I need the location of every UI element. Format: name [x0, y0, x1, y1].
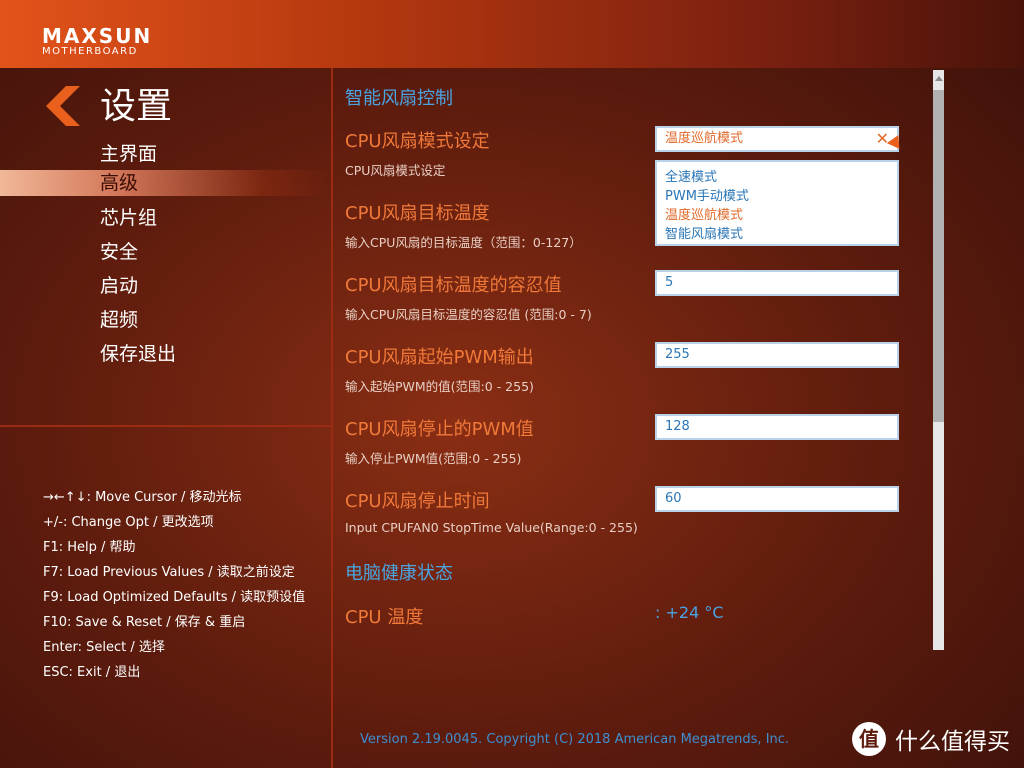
- sidebar-item-overclock[interactable]: 超频: [0, 306, 330, 340]
- sidebar-item-save-exit[interactable]: 保存退出: [0, 340, 330, 374]
- fan-mode-value: 温度巡航模式: [665, 131, 744, 146]
- cpu-temp-label: CPU 温度: [345, 607, 424, 628]
- smart-fan-heading: 智能风扇控制: [345, 88, 453, 109]
- sidebar-item-boot[interactable]: 启动: [0, 272, 330, 306]
- help-row: +/-: Change Opt / 更改选项: [43, 515, 214, 530]
- sidebar-item-security[interactable]: 安全: [0, 238, 330, 272]
- help-row: Enter: Select / 选择: [43, 640, 165, 655]
- start-pwm-desc: 输入起始PWM的值(范围:0 - 255): [345, 379, 534, 394]
- fan-mode-title[interactable]: CPU风扇模式设定: [345, 127, 490, 153]
- mouse-cursor-icon: [886, 135, 906, 153]
- logo-main-text: MAXSUN: [42, 24, 153, 48]
- start-pwm-title[interactable]: CPU风扇起始PWM输出: [345, 343, 534, 369]
- top-bar: MAXSUN MOTHERBOARD: [0, 0, 1024, 68]
- page-title: 设置: [100, 86, 173, 127]
- dropdown-option-smart-fan[interactable]: 智能风扇模式: [665, 225, 889, 244]
- stop-pwm-title[interactable]: CPU风扇停止的PWM值: [345, 415, 534, 441]
- target-temp-title[interactable]: CPU风扇目标温度: [345, 199, 490, 225]
- key-help: →←↑↓: Move Cursor / 移动光标 +/-: Change Opt…: [43, 488, 305, 688]
- scrollbar[interactable]: [933, 70, 944, 650]
- fan-mode-select[interactable]: 温度巡航模式 ✕: [655, 126, 906, 153]
- stop-time-desc: Input CPUFAN0 StopTime Value(Range:0 - 2…: [345, 520, 638, 535]
- tolerance-desc: 输入CPU风扇目标温度的容忍值 (范围:0 - 7): [345, 307, 592, 322]
- sidebar-divider: [331, 68, 333, 768]
- stop-pwm-desc: 输入停止PWM值(范围:0 - 255): [345, 451, 522, 466]
- tolerance-input[interactable]: 5: [655, 270, 899, 296]
- watermark-text: 什么值得买: [895, 729, 1010, 755]
- chevron-down-icon[interactable]: ✕: [876, 128, 889, 150]
- smzdm-watermark: 值 什么值得买: [852, 722, 1010, 756]
- fan-mode-dropdown: 全速模式 PWM手动模式 温度巡航模式 智能风扇模式: [655, 160, 899, 246]
- stop-pwm-input[interactable]: 128: [655, 414, 899, 440]
- maxsun-logo: MAXSUN MOTHERBOARD: [42, 26, 152, 58]
- tolerance-title[interactable]: CPU风扇目标温度的容忍值: [345, 271, 562, 297]
- dropdown-option-pwm-manual[interactable]: PWM手动模式: [665, 187, 889, 206]
- health-heading: 电脑健康状态: [345, 563, 453, 584]
- version-footer: Version 2.19.0045. Copyright (C) 2018 Am…: [360, 732, 790, 747]
- sidebar-item-main[interactable]: 主界面: [0, 140, 330, 174]
- scroll-up-arrow-icon[interactable]: [935, 76, 943, 81]
- dropdown-option-temp-cruise[interactable]: 温度巡航模式: [665, 206, 889, 225]
- help-row: F1: Help / 帮助: [43, 540, 136, 555]
- dropdown-option-full-speed[interactable]: 全速模式: [665, 168, 889, 187]
- settings-panel: 智能风扇控制 CPU风扇模式设定 CPU风扇模式设定 温度巡航模式 ✕ 全速模式…: [345, 80, 925, 648]
- help-row: F7: Load Previous Values / 读取之前设定: [43, 565, 295, 580]
- sidebar-menu: 主界面 高级 芯片组 安全 启动 超频 保存退出: [0, 140, 330, 374]
- help-row: F10: Save & Reset / 保存 & 重启: [43, 615, 246, 630]
- back-arrow-icon[interactable]: [44, 84, 84, 128]
- sidebar-item-chipset[interactable]: 芯片组: [0, 204, 330, 238]
- sidebar-help-divider: [0, 425, 332, 427]
- help-row: ESC: Exit / 退出: [43, 665, 141, 680]
- stop-time-input[interactable]: 60: [655, 486, 899, 512]
- target-temp-desc: 输入CPU风扇的目标温度（范围：0-127）: [345, 235, 582, 250]
- stop-time-title[interactable]: CPU风扇停止时间: [345, 487, 490, 513]
- start-pwm-input[interactable]: 255: [655, 342, 899, 368]
- scroll-thumb[interactable]: [933, 90, 944, 422]
- help-row: →←↑↓: Move Cursor / 移动光标: [43, 490, 242, 505]
- cpu-temp-value: : +24 °C: [655, 603, 724, 622]
- help-row: F9: Load Optimized Defaults / 读取预设值: [43, 590, 306, 605]
- watermark-logo-icon: 值: [852, 722, 886, 756]
- fan-mode-desc: CPU风扇模式设定: [345, 163, 446, 178]
- sidebar-item-advanced[interactable]: 高级: [0, 170, 330, 196]
- logo-sub-text: MOTHERBOARD: [42, 46, 138, 57]
